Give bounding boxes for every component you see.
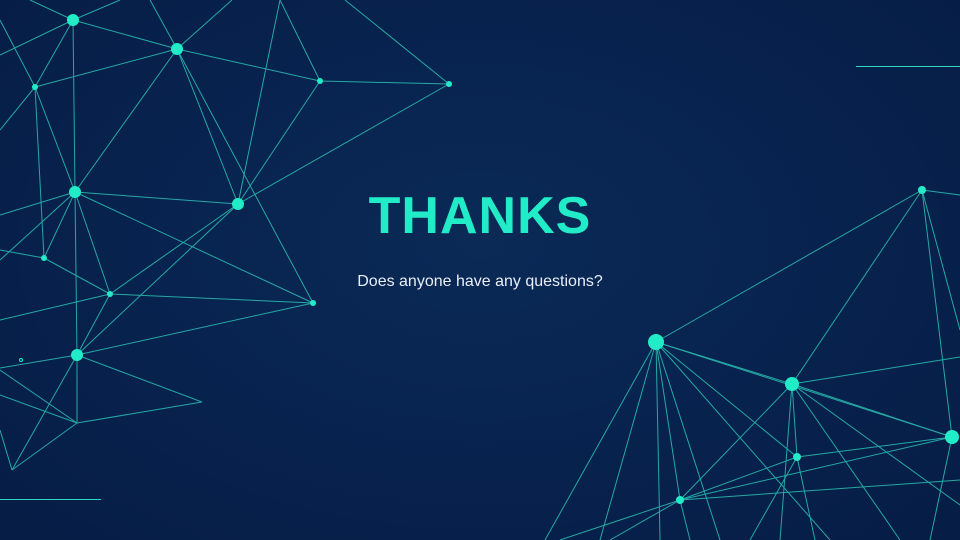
network-decoration-right: [544, 186, 960, 540]
thanks-slide: THANKS Does anyone have any questions?: [0, 0, 960, 540]
accent-line-top-right: [856, 66, 960, 67]
slide-title: THANKS: [368, 187, 592, 245]
accent-line-bottom-left: [0, 499, 101, 500]
slide-subtitle: Does anyone have any questions?: [357, 273, 603, 290]
